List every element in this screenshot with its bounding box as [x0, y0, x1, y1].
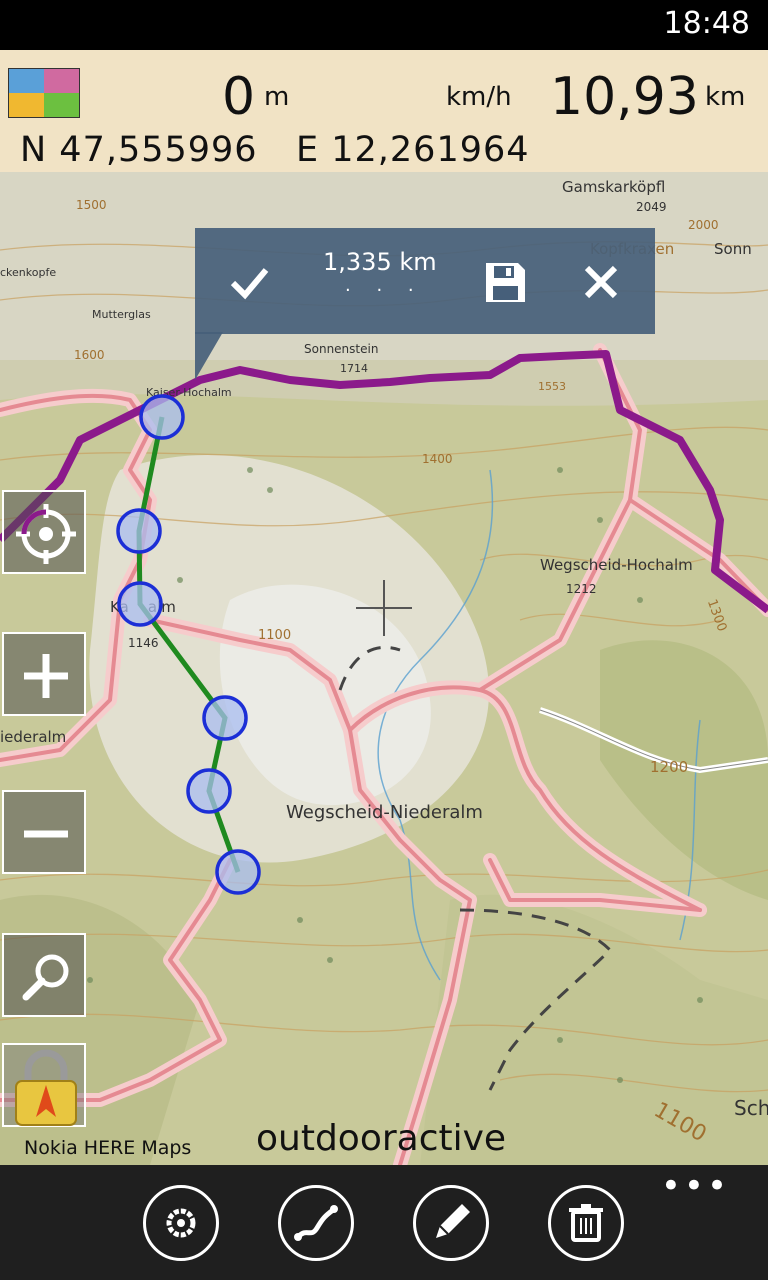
- zoom-in-button[interactable]: [2, 632, 86, 716]
- waypoint-marker[interactable]: [215, 849, 261, 895]
- map-attribution: Nokia HERE Maps: [24, 1137, 192, 1159]
- zoom-out-icon: [24, 830, 68, 838]
- lock-orientation-button[interactable]: [2, 1043, 86, 1127]
- save-button[interactable]: [481, 258, 529, 306]
- speed-unit: km/h: [446, 82, 512, 112]
- route-icon: [294, 1205, 338, 1241]
- altitude-value: 0: [222, 67, 256, 127]
- map-provider-label: outdooractive: [256, 1118, 507, 1159]
- close-icon: [584, 265, 618, 299]
- more-menu-button[interactable]: •••: [661, 1169, 730, 1203]
- locate-button[interactable]: [2, 490, 86, 574]
- check-icon: [230, 268, 269, 300]
- distance-unit: km: [705, 82, 746, 112]
- delete-button[interactable]: [548, 1185, 624, 1261]
- status-bar: 18:48: [0, 0, 768, 50]
- save-icon: [486, 263, 525, 302]
- settings-icon: [166, 1208, 196, 1238]
- layer-color-swatch: [44, 93, 79, 117]
- app-bar: •••: [0, 1165, 768, 1280]
- route-popup: 1,335 km · · ·: [195, 228, 655, 334]
- altitude-unit: m: [264, 82, 290, 112]
- clock: 18:48: [663, 6, 750, 41]
- longitude: E 12,261964: [296, 130, 530, 170]
- route-popup-pointer: [195, 332, 223, 380]
- route-button[interactable]: [278, 1185, 354, 1261]
- delete-icon: [569, 1204, 603, 1242]
- waypoint-marker[interactable]: [186, 768, 232, 814]
- route-distance: 1,335 km: [323, 248, 437, 276]
- waypoint-marker[interactable]: [139, 394, 185, 440]
- info-panel: 0 m km/h 10,93 km N 47,555996 E 12,26196…: [0, 50, 768, 172]
- search-icon: [22, 954, 69, 1001]
- search-button[interactable]: [2, 933, 86, 1017]
- layer-color-swatch: [9, 93, 44, 117]
- waypoint-marker[interactable]: [202, 695, 248, 741]
- cancel-button[interactable]: [577, 258, 625, 306]
- latitude: N 47,555996: [20, 130, 258, 170]
- layer-color-swatch: [44, 69, 79, 93]
- layers-button[interactable]: [8, 68, 80, 118]
- track-overlay: [116, 394, 261, 895]
- route-dots: · · ·: [345, 280, 424, 301]
- distance-value: 10,93: [550, 67, 699, 127]
- zoom-out-button[interactable]: [2, 790, 86, 874]
- settings-button[interactable]: [143, 1185, 219, 1261]
- zoom-in-icon: [24, 654, 68, 698]
- layer-color-swatch: [9, 69, 44, 93]
- edit-button[interactable]: [413, 1185, 489, 1261]
- locate-icon: [16, 504, 76, 564]
- waypoint-marker[interactable]: [117, 581, 163, 627]
- waypoint-marker[interactable]: [116, 508, 162, 554]
- edit-icon: [436, 1204, 470, 1238]
- lock-compass-icon: [15, 1049, 77, 1126]
- map-view[interactable]: Gamskarköpfl 2049 2000 Kopfkraxen Sonn 1…: [0, 50, 768, 1165]
- confirm-button[interactable]: [225, 258, 273, 306]
